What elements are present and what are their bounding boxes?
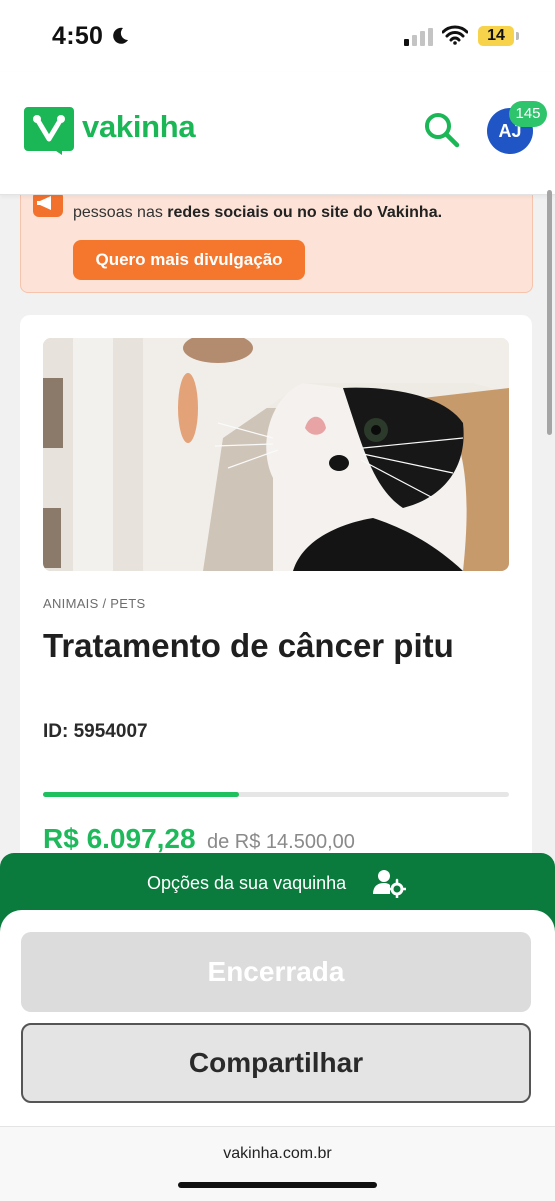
campaign-photo-cat[interactable] [43,338,509,571]
funding-progress-fill [43,792,239,797]
campaign-options-sheet: Encerrada Compartilhar [0,910,555,1126]
share-button[interactable]: Compartilhar [21,1023,531,1103]
campaign-id: ID: 5954007 [43,721,148,742]
status-bar: 4:50 14 [0,0,555,72]
search-icon[interactable] [424,112,460,148]
alert-text-prefix: pessoas nas [73,204,168,221]
closed-button[interactable]: Encerrada [21,932,531,1012]
home-indicator[interactable] [178,1182,377,1188]
logo-text[interactable]: vakinha [82,109,196,145]
vakinha-logo-icon[interactable] [24,107,74,155]
battery-level: 14 [487,27,505,44]
alert-text: pessoas nas redes sociais ou no site do … [73,204,442,222]
more-promotion-button[interactable]: Quero mais divulgação [73,240,305,280]
goal-amount: de R$ 14.500,00 [207,831,355,853]
campaign-title: Tratamento de câncer pitu [43,627,454,664]
options-title: Opções da sua vaquinha [147,873,347,893]
battery-indicator: 14 [478,26,514,46]
page-scrollbar[interactable] [547,190,552,435]
status-time: 4:50 [52,22,104,50]
funding-progress-bar [43,792,509,797]
wifi-icon [442,25,468,45]
campaign-card: ANIMAIS / PETS Tratamento de câncer pitu… [20,315,532,935]
browser-address-bar[interactable]: vakinha.com.br [0,1126,555,1201]
app-header: vakinha AJ 145 [0,72,555,195]
notification-badge[interactable]: 145 [509,101,547,127]
campaign-category[interactable]: ANIMAIS / PETS [43,596,145,611]
battery-tip [516,32,519,40]
moon-icon [113,27,128,44]
url-text[interactable]: vakinha.com.br [0,1145,555,1163]
raised-amount: R$ 6.097,28 [43,823,196,854]
cellular-signal-icon [404,28,433,46]
alert-text-bold: redes sociais ou no site do Vakinha. [167,204,443,221]
user-settings-icon [373,870,406,898]
